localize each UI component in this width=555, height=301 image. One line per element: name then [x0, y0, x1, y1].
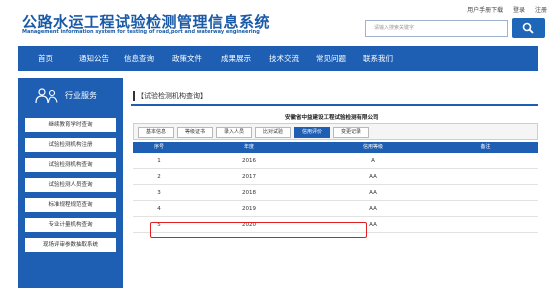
sidebar-item-personnel-query[interactable]: 试验检测人员查询 — [25, 178, 116, 192]
nav-item-faq[interactable]: 常见问题 — [316, 46, 346, 71]
people-icon — [35, 88, 58, 104]
column-header-index: 序号 — [153, 144, 164, 150]
nav-item-home[interactable]: 首页 — [38, 46, 53, 71]
tab-change-record[interactable]: 变更记录 — [333, 127, 369, 138]
register-link[interactable]: 注册 — [535, 7, 547, 14]
table-row: 4 2019 AA — [133, 201, 538, 217]
search-input[interactable]: 请输入搜索关键字 — [365, 20, 508, 37]
top-links: 用户手册下载 登录 注册 — [459, 5, 547, 14]
tab-basic-info[interactable]: 基本信息 — [138, 127, 174, 138]
cell-year: 2016 — [242, 158, 256, 164]
login-link[interactable]: 登录 — [513, 7, 525, 14]
cell-year: 2017 — [242, 174, 256, 180]
highlight-box — [150, 222, 367, 238]
column-header-credit-grade: 信用等级 — [362, 144, 383, 150]
sidebar-item-education-hours[interactable]: 继续教育学时查询 — [25, 118, 116, 132]
manual-download-link[interactable]: 用户手册下载 — [467, 7, 503, 14]
cell-remarks — [433, 185, 538, 201]
cell-remarks — [433, 169, 538, 185]
sidebar: 行业服务 继续教育学时查询 试验检测机构注册 试验检测机构查询 试验检测人员查询… — [18, 78, 123, 288]
nav-item-tech-exchange[interactable]: 技术交流 — [269, 46, 299, 71]
cell-index: 1 — [157, 158, 161, 164]
table-row: 1 2016 A — [133, 153, 538, 169]
table-row: 3 2018 AA — [133, 185, 538, 201]
nav-item-contact[interactable]: 联系我们 — [363, 46, 393, 71]
cell-index: 3 — [157, 190, 161, 196]
cell-index: 2 — [157, 174, 161, 180]
search-icon — [522, 22, 534, 34]
header: 公路水运工程试验检测管理信息系统 Management information … — [0, 0, 555, 46]
column-header-remarks: 备注 — [480, 144, 491, 150]
search-button[interactable] — [512, 18, 545, 38]
page-title: 【试验检测机构查询】 — [133, 91, 207, 101]
table-row: 2 2017 AA — [133, 169, 538, 185]
column-header-year: 年度 — [243, 144, 254, 150]
sidebar-item-standards-query[interactable]: 标准规程规范查询 — [25, 198, 116, 212]
nav-item-info-query[interactable]: 信息查询 — [124, 46, 154, 71]
nav-item-notices[interactable]: 通知公告 — [79, 46, 109, 71]
cell-credit-grade: AA — [369, 174, 377, 180]
cell-year: 2019 — [242, 206, 256, 212]
table-header: 序号 年度 信用等级 备注 — [133, 142, 538, 153]
tab-registered-personnel[interactable]: 录入人员 — [216, 127, 252, 138]
cell-remarks — [433, 201, 538, 217]
cell-credit-grade: AA — [369, 206, 377, 212]
company-name: 安徽省中益建设工程试验检测有限公司 — [285, 115, 379, 121]
title-divider — [131, 104, 538, 106]
site-subtitle: Management information system for testin… — [22, 29, 260, 35]
sidebar-item-metrology-query[interactable]: 专业计量机构查询 — [25, 218, 116, 232]
tab-grade-certificate[interactable]: 等级证书 — [177, 127, 213, 138]
cell-remarks — [433, 217, 538, 233]
sidebar-item-institution-query[interactable]: 试验检测机构查询 — [25, 158, 116, 172]
sidebar-item-institution-register[interactable]: 试验检测机构注册 — [25, 138, 116, 152]
cell-credit-grade: A — [371, 158, 375, 164]
nav-item-achievements[interactable]: 成果展示 — [221, 46, 251, 71]
nav-item-policy[interactable]: 政策文件 — [172, 46, 202, 71]
cell-index: 4 — [157, 206, 161, 212]
cell-credit-grade: AA — [369, 190, 377, 196]
cell-year: 2018 — [242, 190, 256, 196]
sidebar-item-onsite-review[interactable]: 现场评审参数抽取系统 — [25, 238, 116, 252]
sidebar-header: 行业服务 — [18, 78, 123, 114]
main-nav: 首页 通知公告 信息查询 政策文件 成果展示 技术交流 常见问题 联系我们 — [18, 46, 538, 71]
tab-comparison-test[interactable]: 比对试验 — [255, 127, 291, 138]
tab-credit-evaluation[interactable]: 信用评价 — [294, 127, 330, 138]
cell-remarks — [433, 153, 538, 169]
tab-bar: 基本信息 等级证书 录入人员 比对试验 信用评价 变更记录 — [133, 123, 538, 140]
sidebar-title: 行业服务 — [65, 91, 97, 100]
